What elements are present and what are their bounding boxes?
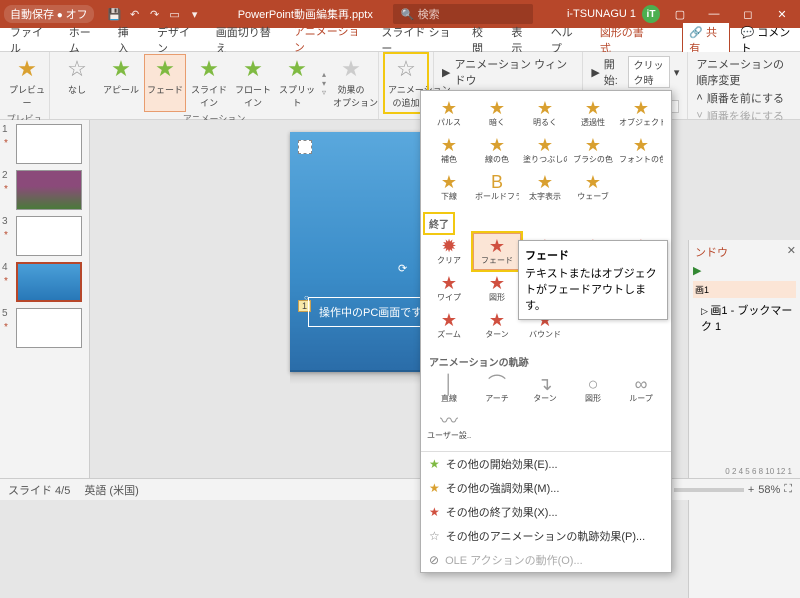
gitem-shape-exit[interactable]: ★図形 — [473, 270, 521, 307]
placeholder-icon[interactable] — [298, 140, 312, 154]
gitem-darken[interactable]: ★暗く — [473, 95, 521, 132]
more-motion[interactable]: ☆その他のアニメーションの軌跡効果(P)... — [421, 524, 671, 548]
thumb-1[interactable]: 1* — [4, 124, 85, 164]
gitem-lighten[interactable]: ★明るく — [521, 95, 569, 132]
anim-none[interactable]: ☆なし — [56, 54, 98, 112]
ribbon: ★ プレビュー プレビュー ☆なし ★アピール ★フェード ★スライドイン ★フ… — [0, 52, 800, 120]
workspace: 1* 2* 3* 4* 5* ポイント 立ち上がる 録画されて レーザーポ スラ… — [0, 120, 800, 478]
gitem-font-color[interactable]: ★フォントの色 — [617, 132, 665, 169]
redo-icon[interactable]: ↷ — [146, 5, 164, 23]
animation-pane: ンドウ ✕ ▶ 画1 ▷ 画1 - ブックマーク 1 — [688, 240, 800, 598]
start-dropdown[interactable]: クリック時 — [628, 56, 669, 88]
preview-button[interactable]: ★ プレビュー — [6, 54, 48, 112]
tooltip-body: テキストまたはオブジェクトがフェードアウトします。 — [525, 265, 661, 313]
tooltip-title: フェード — [525, 247, 661, 263]
gitem-transparency[interactable]: ★透過性 — [569, 95, 617, 132]
gitem-custom-path[interactable]: 〰ユーザー設... — [425, 408, 473, 445]
thumb-5[interactable]: 5* — [4, 308, 85, 348]
add-animation-gallery: ★パルス ★暗く ★明るく ★透過性 ★オブジェクト... ★補色 ★線の色 ★… — [420, 90, 672, 573]
zoom-percent[interactable]: 58% — [758, 484, 780, 496]
anim-fade[interactable]: ★フェード — [144, 54, 186, 112]
motion-header: アニメーションの軌跡 — [425, 352, 667, 371]
slide-thumbnails: 1* 2* 3* 4* 5* — [0, 120, 90, 478]
zoom-in[interactable]: + — [748, 484, 754, 496]
gitem-loop[interactable]: ∞ループ — [617, 371, 665, 408]
gitem-bold-flash[interactable]: Bボールドフラ... — [473, 169, 521, 206]
rotate-handle-icon[interactable]: ⟳ — [398, 262, 407, 275]
tooltip: フェード テキストまたはオブジェクトがフェードアウトします。 — [518, 240, 668, 320]
pane-close-icon[interactable]: ✕ — [787, 244, 796, 257]
move-earlier[interactable]: ˄ 順番を前にする — [696, 90, 792, 106]
anim-entry-1[interactable]: 画1 — [693, 281, 796, 298]
maximize-icon[interactable]: ◻ — [734, 8, 762, 21]
status-bar: スライド 4/5 英語 (米国) ≡ ▦ ▤ ▭ ▣ − + 58% ⛶ — [0, 478, 800, 500]
gitem-zoom-exit[interactable]: ★ズーム — [425, 307, 473, 344]
fit-to-window-icon[interactable]: ⛶ — [784, 483, 792, 496]
thumb-2[interactable]: 2* — [4, 170, 85, 210]
gitem-arc[interactable]: ⌒アーチ — [473, 371, 521, 408]
gitem-turn-motion[interactable]: ↴ターン — [521, 371, 569, 408]
effect-options[interactable]: ★効果の オプション — [330, 54, 372, 112]
anim-slidein[interactable]: ★スライドイン — [188, 54, 230, 112]
gitem-shape-motion[interactable]: ○図形 — [569, 371, 617, 408]
motion-grid: │直線 ⌒アーチ ↴ターン ○図形 ∞ループ 〰ユーザー設... — [425, 371, 667, 445]
start-slideshow-icon[interactable]: ▭ — [166, 5, 184, 23]
save-icon[interactable]: 💾 — [106, 5, 124, 23]
anim-gallery-more[interactable]: ▴▾▿ — [320, 54, 328, 112]
slide-counter[interactable]: スライド 4/5 — [8, 482, 70, 498]
ole-action: ⊘OLE アクションの動作(O)... — [421, 548, 671, 572]
account-name[interactable]: i-TSUNAGU 1 — [567, 8, 636, 20]
gitem-wave[interactable]: ★ウェーブ — [569, 169, 617, 206]
anim-entry-2[interactable]: ▷ 画1 - ブックマーク 1 — [693, 300, 796, 336]
language-indicator[interactable]: 英語 (米国) — [84, 482, 138, 498]
thumb-4[interactable]: 4* — [4, 262, 85, 302]
ribbon-options-icon[interactable]: ▢ — [666, 8, 694, 21]
start-label: 開始: — [604, 56, 625, 88]
gitem-underline[interactable]: ★下線 — [425, 169, 473, 206]
gitem-object-color[interactable]: ★オブジェクト... — [617, 95, 665, 132]
ribbon-tabs: ファイル ホーム 挿入 デザイン 画面切り替え アニメーション スライド ショー… — [0, 28, 800, 52]
gitem-fill-color[interactable]: ★塗りつぶしの色 — [521, 132, 569, 169]
animation-pane-button[interactable]: ▶ アニメーション ウィンドウ — [442, 56, 574, 88]
anim-floatin[interactable]: ★フロートイン — [232, 54, 274, 112]
gitem-wipe-exit[interactable]: ★ワイプ — [425, 270, 473, 307]
close-icon[interactable]: ✕ — [768, 8, 796, 21]
gitem-pulse[interactable]: ★パルス — [425, 95, 473, 132]
play-from-button[interactable]: ▶ — [693, 264, 796, 277]
timeline-ruler: 0 2 4 5 6 8 10 12 1 — [725, 467, 792, 476]
undo-icon[interactable]: ↶ — [126, 5, 144, 23]
anim-appear[interactable]: ★アピール — [100, 54, 142, 112]
gitem-turn-exit[interactable]: ★ターン — [473, 307, 521, 344]
qat-dropdown-icon[interactable]: ▾ — [186, 5, 204, 23]
more-entrance[interactable]: ★その他の開始効果(E)... — [421, 452, 671, 476]
anim-split[interactable]: ★スプリット — [276, 54, 318, 112]
emphasis-grid: ★パルス ★暗く ★明るく ★透過性 ★オブジェクト... ★補色 ★線の色 ★… — [425, 95, 667, 206]
zoom-slider[interactable] — [674, 488, 744, 492]
gitem-fade-exit[interactable]: ★フェード — [473, 233, 521, 270]
gitem-complementary[interactable]: ★補色 — [425, 132, 473, 169]
gitem-bold-reveal[interactable]: ★太字表示 — [521, 169, 569, 206]
more-emphasis[interactable]: ★その他の強調効果(M)... — [421, 476, 671, 500]
minimize-icon[interactable]: — — [700, 8, 728, 20]
thumb-3[interactable]: 3* — [4, 216, 85, 256]
more-exit[interactable]: ★その他の終了効果(X)... — [421, 500, 671, 524]
reorder-label: アニメーションの順序変更 — [696, 56, 792, 88]
gitem-line[interactable]: │直線 — [425, 371, 473, 408]
gitem-line-color[interactable]: ★線の色 — [473, 132, 521, 169]
animation-pane-title: ンドウ — [693, 245, 730, 261]
exit-header: 終了 — [425, 214, 453, 233]
gitem-brush-color[interactable]: ★ブラシの色 — [569, 132, 617, 169]
gitem-clear[interactable]: ✹クリア — [425, 233, 473, 270]
